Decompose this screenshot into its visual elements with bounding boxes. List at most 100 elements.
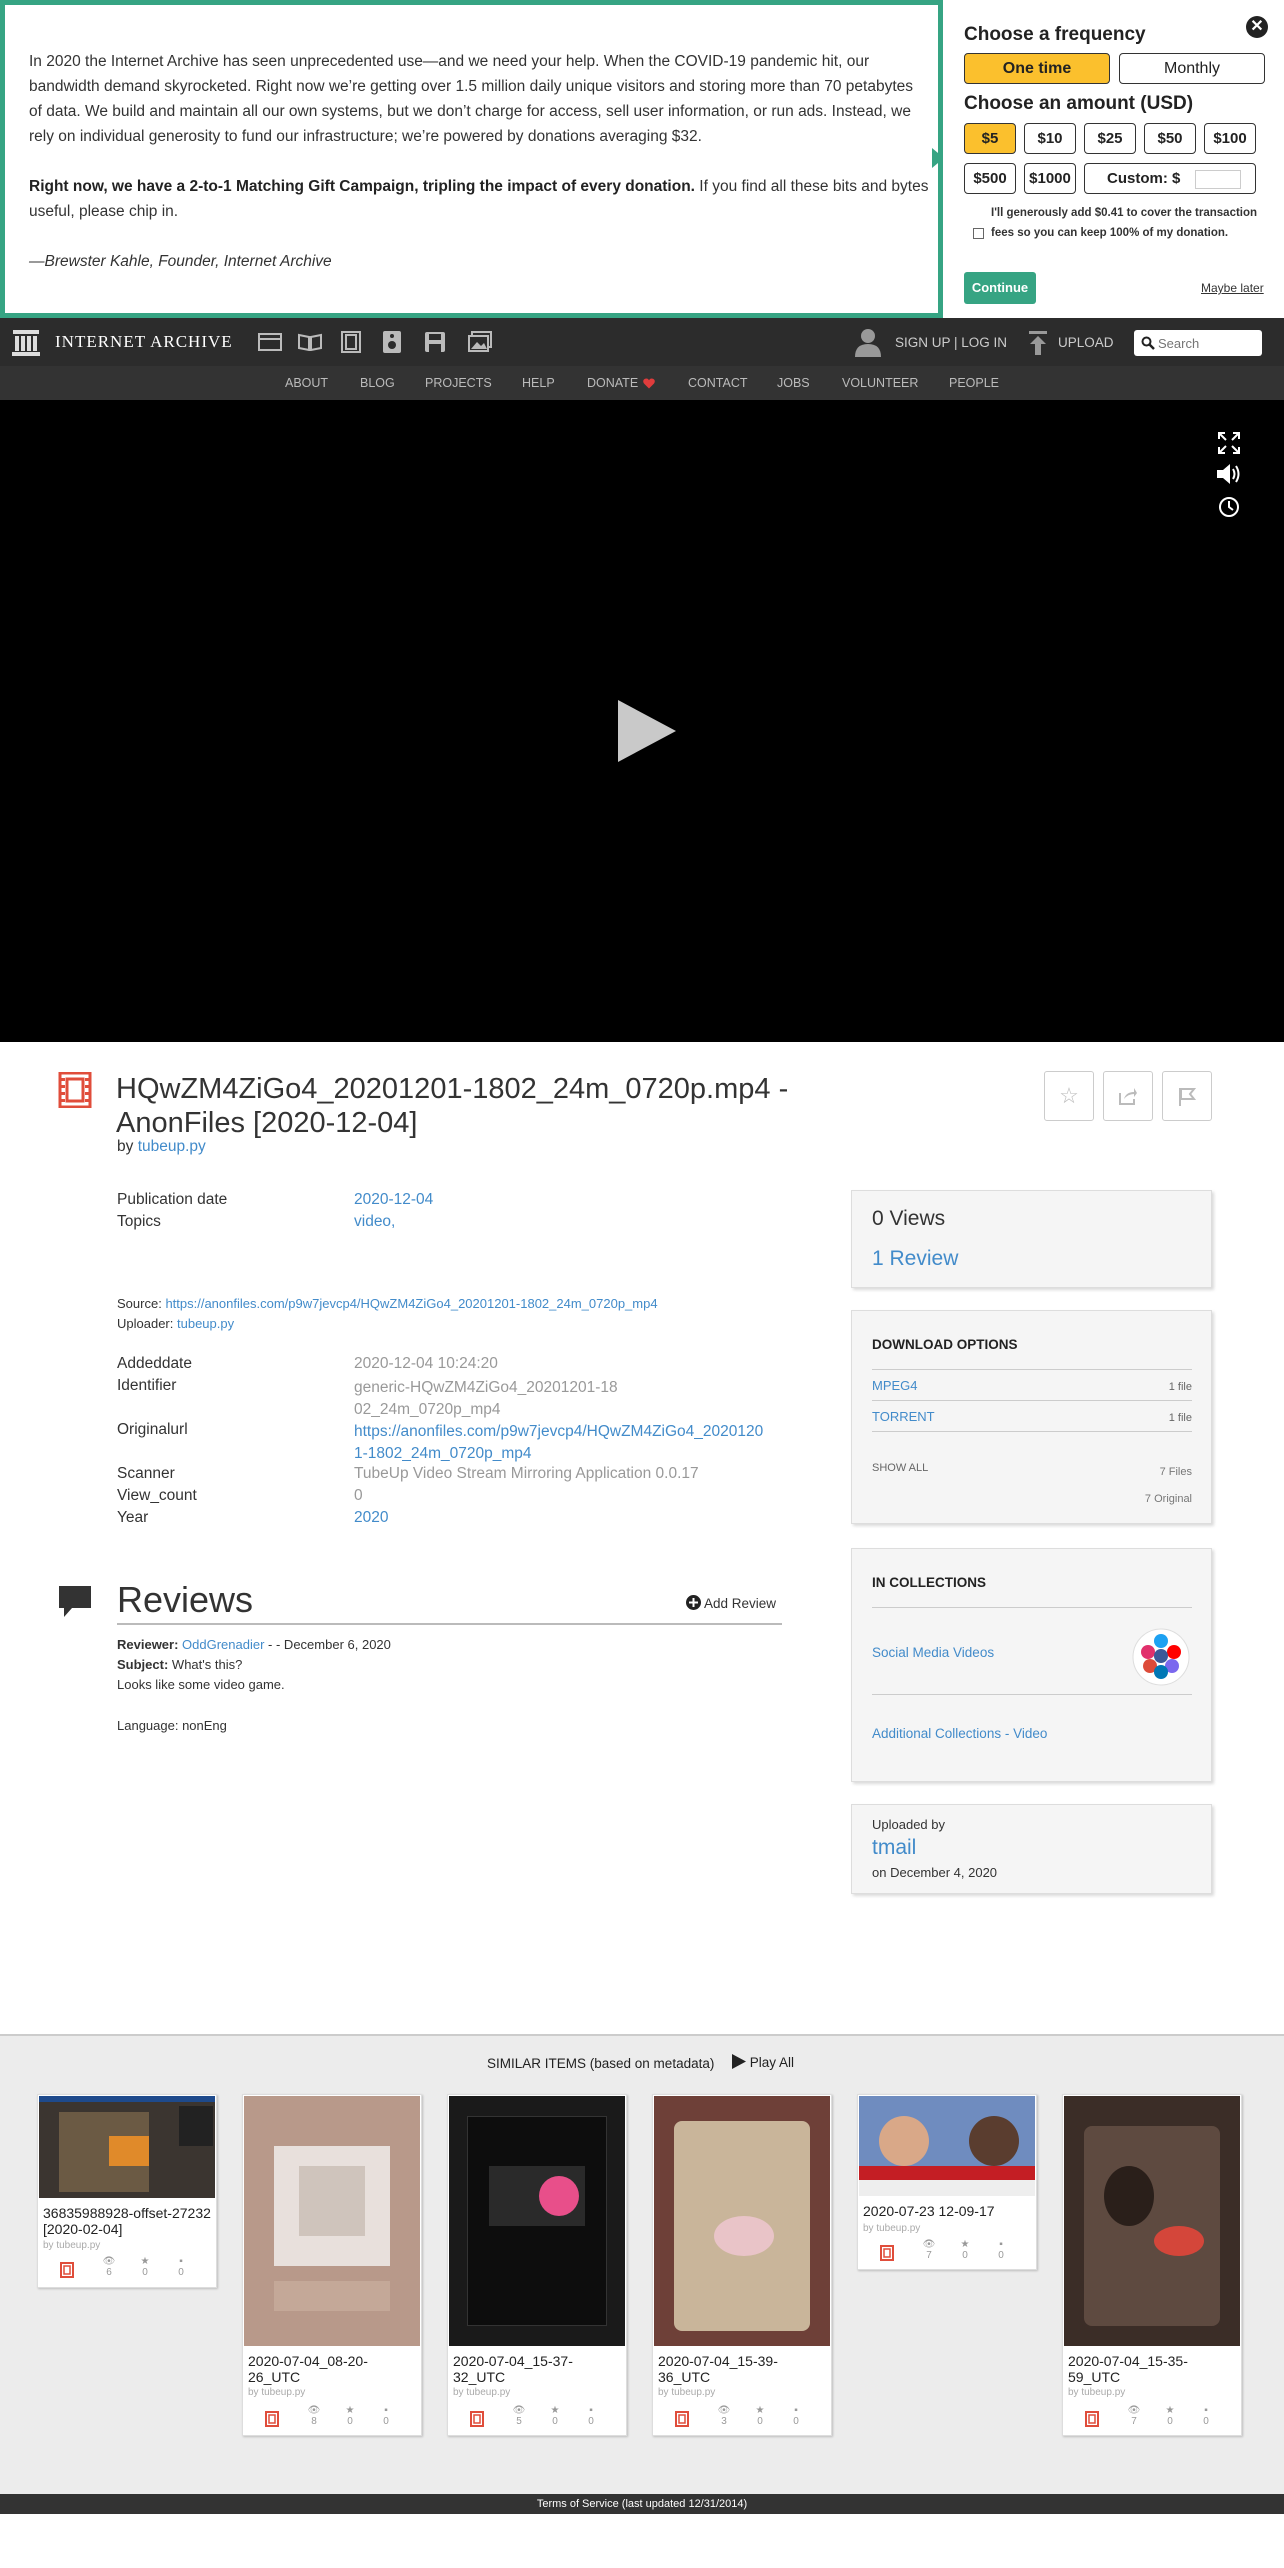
top-navigation: INTERNET ARCHIVE SIGN UP | LOG IN UPLOAD — [0, 318, 1284, 366]
amount-10-button[interactable]: $10 — [1024, 123, 1076, 154]
share-button[interactable] — [1103, 1071, 1153, 1121]
nav-blog[interactable]: BLOG — [360, 376, 395, 390]
amount-1000-button[interactable]: $1000 — [1024, 163, 1076, 194]
frequency-monthly-button[interactable]: Monthly — [1119, 53, 1265, 84]
topics-label: Topics — [117, 1213, 161, 1230]
add-review-button[interactable]: Add Review — [686, 1595, 776, 1611]
meta-label-scanner: Scanner — [117, 1465, 175, 1482]
card-title[interactable]: 2020-07-04_15-39-36_UTC — [658, 2353, 828, 2385]
volume-icon[interactable] — [1216, 462, 1242, 486]
web-icon[interactable] — [258, 333, 282, 351]
upload-link[interactable]: UPLOAD — [1058, 335, 1114, 350]
creator-link[interactable]: tubeup.py — [138, 1138, 206, 1155]
nav-donate[interactable]: DONATE — [587, 376, 638, 390]
card-favorites: ★ 0 — [1165, 2405, 1175, 2427]
continue-button[interactable]: Continue — [964, 272, 1036, 304]
card-byline: by tubeup.py — [863, 2223, 921, 2234]
topics-link[interactable]: video, — [354, 1213, 395, 1231]
similar-item-card[interactable]: 2020-07-04_15-37-32_UTC by tubeup.py 👁 5 … — [447, 2094, 627, 2436]
upload-icon[interactable] — [1027, 330, 1049, 356]
meta-label-year: Year — [117, 1509, 149, 1526]
nav-help[interactable]: HELP — [522, 376, 555, 390]
show-all-link[interactable]: SHOW ALL — [872, 1462, 928, 1474]
similar-item-card[interactable]: 2020-07-04_15-39-36_UTC by tubeup.py 👁 3 … — [652, 2094, 832, 2436]
card-title[interactable]: 2020-07-04_15-37-32_UTC — [453, 2353, 623, 2385]
reviews-count-link[interactable]: 1 Review — [872, 1247, 958, 1271]
fee-checkbox[interactable] — [973, 228, 984, 239]
play-icon[interactable] — [616, 700, 678, 762]
page: In 2020 the Internet Archive has seen un… — [0, 0, 1284, 2568]
torrent-file-count: 1 file — [1168, 1412, 1192, 1424]
meta-value-originalurl[interactable]: https://anonfiles.com/p9w7jevcp4/HQwZM4Z… — [354, 1421, 766, 1465]
video-player[interactable] — [0, 400, 1284, 1042]
divider — [872, 1607, 1192, 1608]
meta-label-identifier: Identifier — [117, 1377, 177, 1394]
publication-date-link[interactable]: 2020-12-04 — [354, 1191, 433, 1209]
similar-item-card[interactable]: 2020-07-04_15-35-59_UTC by tubeup.py 👁 7 … — [1062, 2094, 1242, 2436]
card-title[interactable]: 2020-07-23 12-09-17 — [863, 2203, 1033, 2219]
card-byline: by tubeup.py — [248, 2387, 306, 2398]
amount-100-button[interactable]: $100 — [1204, 123, 1256, 154]
nav-about[interactable]: ABOUT — [285, 376, 328, 390]
download-torrent-link[interactable]: TORRENT — [872, 1409, 935, 1424]
flag-button[interactable] — [1162, 1071, 1212, 1121]
collections-title: IN COLLECTIONS — [872, 1575, 986, 1590]
frequency-title: Choose a frequency — [964, 24, 1146, 45]
nav-volunteer[interactable]: VOLUNTEER — [842, 376, 918, 390]
frequency-one-time-button[interactable]: One time — [964, 53, 1110, 84]
download-options-box: DOWNLOAD OPTIONS MPEG4 1 file TORRENT 1 … — [851, 1310, 1212, 1524]
images-icon[interactable] — [468, 331, 492, 353]
fee-text: I'll generously add $0.41 to cover the t… — [991, 207, 1258, 239]
custom-amount-box[interactable]: Custom: $ — [1084, 163, 1256, 194]
nav-projects[interactable]: PROJECTS — [425, 376, 492, 390]
archive-logo-icon[interactable] — [12, 330, 40, 356]
similar-item-card[interactable]: 2020-07-04_08-20-26_UTC by tubeup.py 👁 8 … — [242, 2094, 422, 2436]
nav-people[interactable]: PEOPLE — [949, 376, 999, 390]
close-banner-button[interactable]: ✕ — [1246, 16, 1268, 38]
card-title[interactable]: 36835988928-offset-27232 [2020-02-04] — [43, 2205, 213, 2237]
meta-value-year[interactable]: 2020 — [354, 1509, 388, 1527]
favorite-button[interactable]: ☆ — [1044, 1071, 1094, 1121]
similar-items-section: SIMILAR ITEMS (based on metadata) Play A… — [0, 2034, 1284, 2494]
audio-icon[interactable] — [382, 330, 402, 354]
signup-login-link[interactable]: SIGN UP | LOG IN — [895, 335, 1007, 350]
sub-navigation — [0, 366, 1284, 400]
playback-speed-icon[interactable] — [1218, 496, 1240, 518]
download-mpeg4-link[interactable]: MPEG4 — [872, 1378, 918, 1393]
play-all-button[interactable]: Play All — [732, 2054, 794, 2070]
footer-terms-link[interactable]: Terms of Service (last updated 12/31/201… — [0, 2494, 1284, 2514]
similar-item-card[interactable]: 36835988928-offset-27232 [2020-02-04] by… — [37, 2094, 217, 2288]
reviews-icon — [59, 1586, 91, 1617]
software-icon[interactable] — [424, 331, 446, 353]
card-favorites: ★ 0 — [755, 2405, 765, 2427]
custom-amount-input[interactable] — [1195, 170, 1241, 189]
texts-icon[interactable] — [298, 333, 322, 351]
maybe-later-link[interactable]: Maybe later — [1201, 281, 1264, 295]
search-box[interactable] — [1134, 330, 1262, 356]
social-media-collection-icon[interactable] — [1132, 1628, 1190, 1686]
reviewer-link[interactable]: OddGrenadier — [182, 1637, 264, 1652]
search-input[interactable] — [1158, 333, 1256, 353]
card-title[interactable]: 2020-07-04_08-20-26_UTC — [248, 2353, 418, 2385]
card-title[interactable]: 2020-07-04_15-35-59_UTC — [1068, 2353, 1238, 2385]
nav-jobs[interactable]: JOBS — [777, 376, 810, 390]
uploader-link[interactable]: tubeup.py — [177, 1316, 234, 1331]
collection-additional-video-link[interactable]: Additional Collections - Video — [872, 1726, 1047, 1741]
reviews-heading: Reviews — [117, 1579, 254, 1620]
similar-item-card[interactable]: 2020-07-23 12-09-17 by tubeup.py 👁 7 ★ 0 ▪… — [857, 2094, 1037, 2270]
archive-logo-text[interactable]: INTERNET ARCHIVE — [55, 332, 233, 352]
user-icon[interactable] — [853, 327, 883, 357]
uploader-profile-link[interactable]: tmail — [872, 1836, 916, 1860]
amount-5-button[interactable]: $5 — [964, 123, 1016, 154]
amount-50-button[interactable]: $50 — [1144, 123, 1196, 154]
video-icon[interactable] — [340, 331, 362, 353]
collection-social-media-videos-link[interactable]: Social Media Videos — [872, 1645, 994, 1660]
nav-contact[interactable]: CONTACT — [688, 376, 748, 390]
amount-500-button[interactable]: $500 — [964, 163, 1016, 194]
amount-25-button[interactable]: $25 — [1084, 123, 1136, 154]
search-icon — [1141, 336, 1155, 350]
uploaded-date: on December 4, 2020 — [872, 1865, 998, 1880]
source-link[interactable]: https://anonfiles.com/p9w7jevcp4/HQwZM4Z… — [165, 1296, 657, 1311]
meta-value-addeddate: 2020-12-04 10:24:20 — [354, 1355, 498, 1372]
fullscreen-icon[interactable] — [1218, 432, 1240, 454]
